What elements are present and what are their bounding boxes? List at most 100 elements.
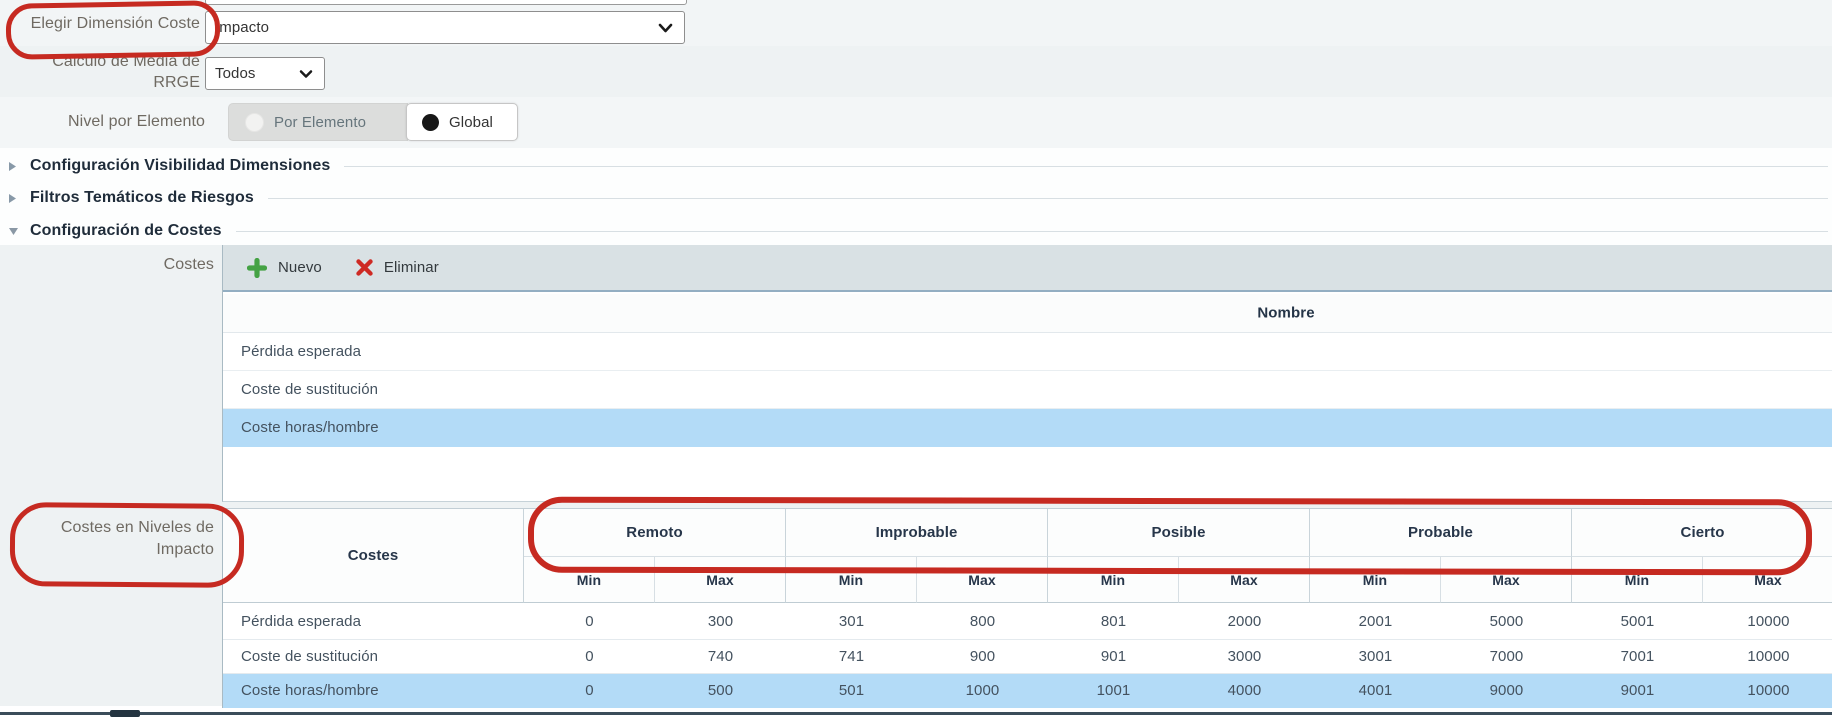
- accordion-visibilidad-dimensiones[interactable]: Configuración Visibilidad Dimensiones: [0, 150, 1832, 182]
- toggle-option-global[interactable]: Global: [406, 103, 518, 141]
- cost-list-header-nombre: Nombre: [1257, 305, 1314, 322]
- impact-value-cell[interactable]: 5000: [1441, 603, 1572, 640]
- impact-costs-label-line1: Costes en Niveles de: [61, 519, 214, 536]
- new-button-label: Nuevo: [278, 259, 322, 276]
- impact-level-header: Probable: [1310, 509, 1572, 557]
- dimension-label: Elegir Dimensión Coste: [0, 15, 200, 33]
- delete-button-label: Eliminar: [384, 259, 439, 276]
- cutoff-control-remnant[interactable]: [205, 0, 687, 5]
- impact-value-cell[interactable]: 5001: [1572, 603, 1703, 640]
- impact-value-cell[interactable]: 4001: [1310, 674, 1441, 708]
- impact-value-cell[interactable]: 1001: [1048, 674, 1179, 708]
- impact-value-cell[interactable]: 2000: [1179, 603, 1310, 640]
- new-button[interactable]: Nuevo: [247, 258, 322, 278]
- nivel-label: Nivel por Elemento: [0, 113, 205, 131]
- accordion-configuracion-costes[interactable]: Configuración de Costes: [0, 215, 1832, 247]
- impact-table-costes-header: Costes: [223, 509, 524, 603]
- dimension-select[interactable]: Impacto: [205, 11, 685, 44]
- minmax-header: Max: [1441, 557, 1572, 603]
- chevron-down-icon: [658, 23, 673, 33]
- media-rrge-label-line1: Cálculo de Media de: [52, 53, 200, 70]
- cost-list: Pérdida esperada Coste de sustitución Cost…: [223, 333, 1832, 447]
- impact-value-cell[interactable]: 2001: [1310, 603, 1441, 640]
- radio-selected-icon: [422, 114, 439, 131]
- impact-value-cell[interactable]: 0: [524, 640, 655, 674]
- impact-value-cell[interactable]: 3001: [1310, 640, 1441, 674]
- accordion-filtros-tematicos[interactable]: Filtros Temáticos de Riesgos: [0, 182, 1832, 214]
- impact-value-cell[interactable]: 9001: [1572, 674, 1703, 708]
- impact-costs-label-line2: Impacto: [156, 541, 214, 558]
- chevron-down-icon: [299, 69, 313, 78]
- delete-button[interactable]: Eliminar: [356, 259, 439, 276]
- accordion-rule: [268, 198, 1828, 199]
- impact-value-cell[interactable]: 1000: [917, 674, 1048, 708]
- accordion-title: Configuración de Costes: [30, 222, 222, 240]
- impact-value-cell[interactable]: 900: [917, 640, 1048, 674]
- cost-list-row-name: Pérdida esperada: [241, 343, 361, 360]
- impact-value-cell[interactable]: 800: [917, 603, 1048, 640]
- media-rrge-select[interactable]: Todos: [205, 57, 325, 90]
- minmax-header: Max: [917, 557, 1048, 603]
- impact-level-header: Cierto: [1572, 509, 1832, 557]
- impact-value-cell[interactable]: 901: [1048, 640, 1179, 674]
- impact-value-cell[interactable]: 801: [1048, 603, 1179, 640]
- cost-list-header: Nombre: [223, 294, 1832, 333]
- impact-row-name[interactable]: Coste horas/hombre: [223, 674, 524, 708]
- impact-value-cell[interactable]: 10000: [1703, 603, 1832, 640]
- costes-label: Costes: [0, 256, 214, 274]
- impact-row-name[interactable]: Coste de sustitución: [223, 640, 524, 674]
- impact-value-cell[interactable]: 300: [655, 603, 786, 640]
- scrollbar-thumb[interactable]: [110, 710, 140, 717]
- minmax-header: Min: [786, 557, 917, 603]
- media-rrge-label-line2: RRGE: [153, 74, 200, 91]
- cost-list-row-name: Coste horas/hombre: [241, 419, 379, 436]
- minmax-header: Min: [1048, 557, 1179, 603]
- impact-level-header: Improbable: [786, 509, 1048, 557]
- x-icon: [356, 259, 373, 276]
- left-gutter: [0, 245, 222, 706]
- impact-value-cell[interactable]: 741: [786, 640, 917, 674]
- triangle-right-icon: [0, 193, 30, 204]
- impact-value-cell[interactable]: 9000: [1441, 674, 1572, 708]
- toggle-option-global-label: Global: [449, 114, 493, 131]
- minmax-header: Min: [524, 557, 655, 603]
- impact-value-cell[interactable]: 4000: [1179, 674, 1310, 708]
- impact-value-cell[interactable]: 500: [655, 674, 786, 708]
- cost-list-row[interactable]: Coste de sustitución: [223, 371, 1832, 409]
- impact-value-cell[interactable]: 740: [655, 640, 786, 674]
- impact-value-cell[interactable]: 501: [786, 674, 917, 708]
- impact-level-header: Remoto: [524, 509, 786, 557]
- impact-row-name[interactable]: Pérdida esperada: [223, 603, 524, 640]
- impact-value-cell[interactable]: 7001: [1572, 640, 1703, 674]
- accordion-title: Configuración Visibilidad Dimensiones: [30, 157, 330, 175]
- accordion-rule: [344, 166, 1828, 167]
- cost-list-row-name: Coste de sustitución: [241, 381, 378, 398]
- impact-value-cell[interactable]: 0: [524, 674, 655, 708]
- dimension-select-value: Impacto: [215, 19, 269, 36]
- impact-value-cell[interactable]: 10000: [1703, 640, 1832, 674]
- impact-value-cell[interactable]: 7000: [1441, 640, 1572, 674]
- impact-level-header: Posible: [1048, 509, 1310, 557]
- radio-unselected-icon: [245, 113, 264, 132]
- impact-value-cell[interactable]: 3000: [1179, 640, 1310, 674]
- cost-list-row[interactable]: Coste horas/hombre: [223, 409, 1832, 447]
- impact-value-cell[interactable]: 301: [786, 603, 917, 640]
- impact-value-cell[interactable]: 10000: [1703, 674, 1832, 708]
- media-rrge-label: Cálculo de Media de RRGE: [0, 51, 200, 93]
- minmax-header: Max: [655, 557, 786, 603]
- triangle-right-icon: [0, 161, 30, 172]
- nivel-toggle: Por Elemento Global: [228, 103, 520, 141]
- costes-panel: Nuevo Eliminar Nombre Pérdida esperada Co…: [222, 245, 1832, 502]
- media-rrge-select-value: Todos: [215, 65, 256, 82]
- minmax-header: Max: [1179, 557, 1310, 603]
- toggle-option-por-elemento[interactable]: Por Elemento: [228, 103, 408, 141]
- accordion-area: Configuración Visibilidad Dimensiones Fi…: [0, 148, 1832, 245]
- window-bottom-border: [0, 712, 1832, 715]
- cost-list-row[interactable]: Pérdida esperada: [223, 333, 1832, 371]
- accordion-title: Filtros Temáticos de Riesgos: [30, 189, 254, 207]
- minmax-header: Max: [1703, 557, 1832, 603]
- cost-configuration-screen: Elegir Dimensión Coste Cálculo de Media …: [0, 0, 1832, 720]
- impact-value-cell[interactable]: 0: [524, 603, 655, 640]
- minmax-header: Min: [1572, 557, 1703, 603]
- impact-costs-table: CostesRemotoImprobablePosibleProbableCie…: [222, 508, 1832, 708]
